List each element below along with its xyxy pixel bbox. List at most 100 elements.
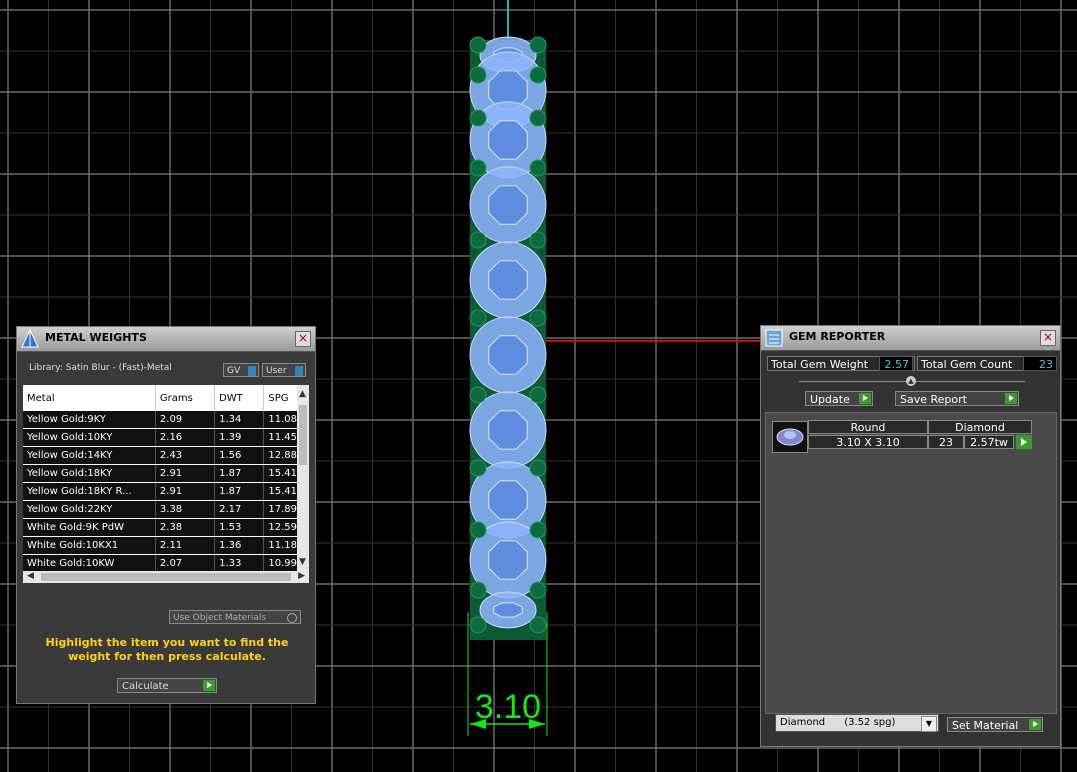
update-button[interactable]: Update xyxy=(805,391,873,406)
prong xyxy=(529,459,547,477)
scroll-left-icon[interactable]: ◀ xyxy=(27,571,34,581)
use-object-materials-checkbox[interactable]: Use Object Materials xyxy=(169,610,301,624)
scroll-right-icon[interactable]: ▶ xyxy=(298,571,305,581)
horizontal-scrollbar[interactable]: ◀ ▶ xyxy=(23,571,309,583)
gem-table-facet xyxy=(488,480,528,520)
table-row[interactable]: White Gold:10KW 2.07 1.33 10.99 xyxy=(23,554,309,573)
save-report-label: Save Report xyxy=(900,393,967,406)
table-cell: 2.07 xyxy=(155,554,216,573)
table-row[interactable]: Yellow Gold:10KY 2.16 1.39 11.45 xyxy=(23,428,309,447)
dimension-label: 3.10 xyxy=(475,688,541,726)
table-header: Metal Grams DWT SPG xyxy=(23,385,309,411)
vertical-scrollbar[interactable]: ▲ ▼ xyxy=(297,385,309,571)
prong xyxy=(529,309,547,327)
table-cell: 2.16 xyxy=(155,428,216,447)
material-select[interactable]: Diamond (3.52 spg) ▼ xyxy=(775,714,939,732)
gv-label: GV xyxy=(227,366,241,376)
scale-icon xyxy=(21,329,39,348)
set-material-button[interactable]: Set Material xyxy=(947,717,1043,732)
table-cell: 2.11 xyxy=(155,536,216,555)
gem-expand-button[interactable] xyxy=(1016,435,1032,449)
table-cell: Yellow Gold:22KY xyxy=(23,500,156,519)
table-cell: White Gold:10KX1 xyxy=(23,536,156,555)
chevron-down-icon[interactable]: ▼ xyxy=(921,716,937,732)
table-cell: Yellow Gold:18KY R... xyxy=(23,482,156,501)
gem-table-facet xyxy=(488,410,528,450)
play-icon xyxy=(1005,393,1017,404)
gem-thumbnail xyxy=(772,421,808,453)
column-header[interactable]: DWT xyxy=(214,385,265,411)
play-icon xyxy=(1021,438,1027,446)
gem-table-facet xyxy=(488,260,528,300)
scroll-down-icon[interactable]: ▼ xyxy=(299,557,307,567)
table-cell: 1.34 xyxy=(214,411,265,429)
table-row[interactable]: Yellow Gold:9KY 2.09 1.34 11.08 xyxy=(23,411,309,429)
prong xyxy=(529,581,547,599)
table-cell: 2.91 xyxy=(155,464,216,483)
play-icon xyxy=(203,680,215,691)
table-cell: 1.56 xyxy=(214,446,265,465)
prong xyxy=(529,159,547,177)
table-cell: 1.87 xyxy=(214,464,265,483)
total-gem-weight-value: 2.57 xyxy=(879,356,913,371)
panel-title: GEM REPORTER xyxy=(789,330,886,343)
prong xyxy=(469,386,487,404)
prong xyxy=(529,36,547,54)
gem-table-facet xyxy=(488,120,528,160)
close-icon[interactable]: × xyxy=(295,331,311,347)
gem-table-facet xyxy=(488,540,528,580)
round-gem-icon xyxy=(776,428,804,446)
table-cell: Yellow Gold:9KY xyxy=(23,411,156,429)
save-report-button[interactable]: Save Report xyxy=(895,391,1019,406)
splitter-handle-icon[interactable]: ▲ xyxy=(906,376,916,386)
metal-weights-titlebar[interactable]: METAL WEIGHTS × xyxy=(17,327,315,352)
set-material-label: Set Material xyxy=(952,719,1019,732)
table-cell: 2.17 xyxy=(214,500,265,519)
table-row[interactable]: White Gold:10KX1 2.11 1.36 11.18 xyxy=(23,536,309,555)
calculate-label: Calculate xyxy=(122,681,169,692)
total-gem-count-label: Total Gem Count xyxy=(921,358,1013,371)
user-toggle[interactable]: User xyxy=(262,363,306,377)
table-cell: 1.39 xyxy=(214,428,265,447)
table-cell: 2.38 xyxy=(155,518,216,537)
table-row[interactable]: Yellow Gold:18KY 2.91 1.87 15.41 xyxy=(23,464,309,483)
table-cell: 1.53 xyxy=(214,518,265,537)
scroll-up-icon[interactable]: ▲ xyxy=(299,389,307,399)
table-row[interactable]: Yellow Gold:18KY R... 2.91 1.87 15.41 xyxy=(23,482,309,501)
gem-reporter-panel: GEM REPORTER × Total Gem Weight 2.57 Tot… xyxy=(760,325,1061,747)
prong xyxy=(529,66,547,84)
gem-reporter-titlebar[interactable]: GEM REPORTER × xyxy=(761,326,1060,351)
table-cell: 2.43 xyxy=(155,446,216,465)
gem-material: Diamond xyxy=(928,420,1032,434)
close-icon[interactable]: × xyxy=(1040,330,1056,346)
radio-icon xyxy=(287,613,297,623)
table-cell: 2.09 xyxy=(155,411,216,429)
hint-text: Highlight the item you want to find the … xyxy=(45,636,289,663)
gem-list[interactable]: Round Diamond 3.10 X 3.10 23 2.57tw xyxy=(765,412,1057,714)
table-row[interactable]: Yellow Gold:14KY 2.43 1.56 12.88 xyxy=(23,446,309,465)
table-row[interactable]: Yellow Gold:22KY 3.38 2.17 17.89 xyxy=(23,500,309,519)
table-cell: 3.38 xyxy=(155,500,216,519)
prong xyxy=(469,581,487,599)
table-row[interactable]: White Gold:9K PdW 2.38 1.53 12.59 xyxy=(23,518,309,537)
prong xyxy=(529,231,547,249)
table-cell: 1.33 xyxy=(214,554,265,573)
h-scroll-thumb[interactable] xyxy=(41,573,291,581)
gv-toggle[interactable]: GV xyxy=(223,363,259,377)
prong xyxy=(469,309,487,327)
prong xyxy=(469,616,487,634)
metal-weights-panel: METAL WEIGHTS × Library: Satin Blur - (F… xyxy=(16,326,316,704)
column-header[interactable]: Grams xyxy=(155,385,216,411)
prong xyxy=(469,459,487,477)
prong xyxy=(529,109,547,127)
panel-title: METAL WEIGHTS xyxy=(45,331,147,344)
column-header[interactable]: Metal xyxy=(23,385,156,411)
prong xyxy=(529,616,547,634)
calculate-button[interactable]: Calculate xyxy=(117,678,217,693)
play-icon xyxy=(1029,719,1041,730)
prong xyxy=(469,36,487,54)
metal-table[interactable]: Metal Grams DWT SPG Yellow Gold:9KY 2.09 1.34… xyxy=(23,385,309,583)
scroll-thumb[interactable] xyxy=(299,405,307,465)
table-cell: Yellow Gold:18KY xyxy=(23,464,156,483)
prong xyxy=(469,159,487,177)
